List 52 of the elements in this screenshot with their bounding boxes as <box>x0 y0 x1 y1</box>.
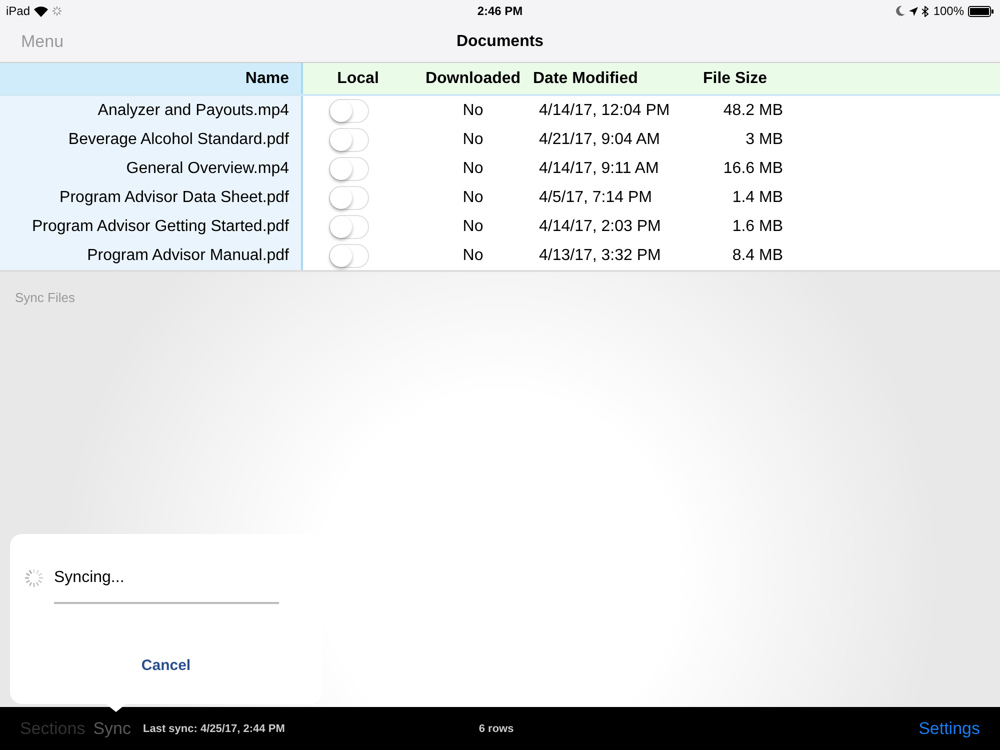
table-cell-text: No <box>462 188 484 206</box>
table-cell-text: 1.4 MB <box>731 188 783 206</box>
table-cell: Program Advisor Getting Started.pdf <box>0 212 303 241</box>
table-cell: General Overview.mp4 <box>0 154 303 183</box>
syncing-message: Syncing... <box>54 569 124 587</box>
table-cell-text: 48.2 MB <box>722 102 783 120</box>
table-cell-text: 4/14/17, 12:04 PM <box>538 102 671 120</box>
battery-percent: 100% <box>933 4 964 18</box>
table-cell-text: No <box>462 246 484 264</box>
row-count: 6 rows <box>478 722 514 734</box>
page-title: Documents <box>456 33 544 51</box>
table-cell-text: No <box>462 218 484 236</box>
table-cell-text: 8.4 MB <box>731 246 783 264</box>
table-cell: Beverage Alcohol Standard.pdf <box>0 125 303 154</box>
column-header[interactable]: Downloaded <box>413 70 533 88</box>
location-arrow-icon <box>909 6 918 16</box>
wifi-icon <box>34 6 48 16</box>
status-time: 2:46 PM <box>477 4 523 18</box>
moon-icon <box>896 6 906 16</box>
table-cell-text: 1.6 MB <box>731 218 783 236</box>
table-cell-text: 16.6 MB <box>722 160 783 178</box>
column-header[interactable]: Local <box>303 70 413 88</box>
local-toggle[interactable] <box>329 156 369 180</box>
local-toggle[interactable] <box>329 128 369 152</box>
local-toggle[interactable] <box>329 98 369 122</box>
battery-icon <box>968 6 994 16</box>
table-cell-text: 4/14/17, 2:03 PM <box>538 218 662 236</box>
table-cell-text: No <box>462 160 484 178</box>
column-header[interactable]: File Size <box>683 70 783 88</box>
spinner-icon <box>24 568 44 588</box>
table-cell-text: No <box>462 102 484 120</box>
last-sync-text: Last sync: 4/25/17, 2:44 PM <box>143 722 285 734</box>
table-cell-text: 4/21/17, 9:04 AM <box>538 130 661 148</box>
local-toggle[interactable] <box>329 214 369 238</box>
activity-icon <box>52 6 62 16</box>
table-cell: Program Advisor Manual.pdf <box>0 241 303 270</box>
column-header[interactable]: Name <box>0 63 303 94</box>
table-cell: Program Advisor Data Sheet.pdf <box>0 183 303 212</box>
column-header[interactable]: Date Modified <box>533 70 683 88</box>
settings-button[interactable]: Settings <box>918 718 980 738</box>
bluetooth-icon <box>922 6 930 16</box>
table-cell-text: 3 MB <box>744 130 783 148</box>
section-label: Sync Files <box>14 289 76 307</box>
cancel-button[interactable]: Cancel <box>135 656 197 675</box>
device-name: iPad <box>6 4 30 18</box>
table-cell-text: 4/13/17, 3:32 PM <box>538 246 662 264</box>
local-toggle[interactable] <box>329 186 369 210</box>
table-cell-text: No <box>462 130 484 148</box>
table-cell-text: 4/5/17, 7:14 PM <box>538 188 653 206</box>
table-cell-text: 4/14/17, 9:11 AM <box>538 160 660 178</box>
table-cell: Analyzer and Payouts.mp4 <box>0 96 303 125</box>
local-toggle[interactable] <box>329 244 369 268</box>
